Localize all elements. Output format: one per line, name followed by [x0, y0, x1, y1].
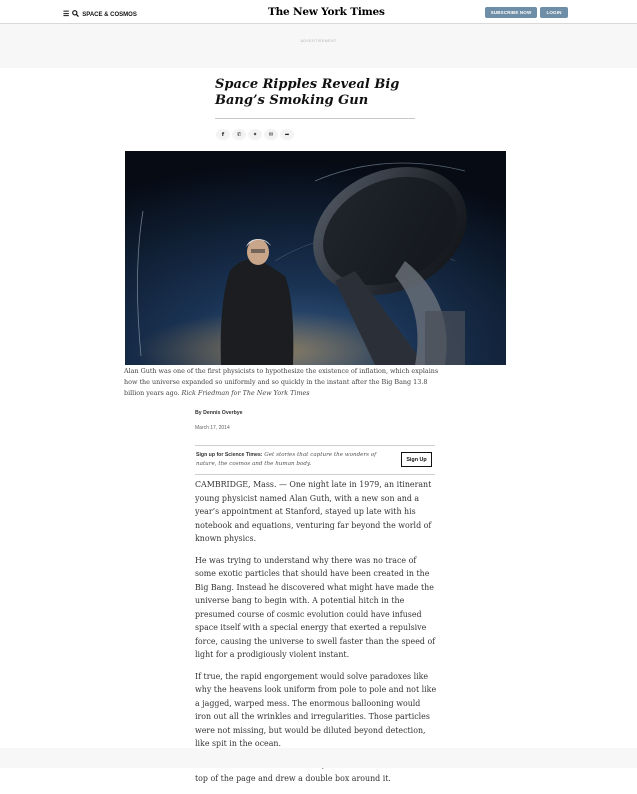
twitter-icon[interactable]: ✦ [248, 129, 262, 140]
newsletter-signup: Sign up for Science Times: Get stories t… [195, 445, 435, 475]
email-icon[interactable]: ✉ [264, 129, 278, 140]
nyt-logo[interactable]: The New York Times [268, 6, 385, 18]
publish-date: March 17, 2014 [195, 425, 230, 431]
facebook-icon[interactable]: f [216, 129, 230, 140]
signup-text: Sign up for Science Times: Get stories t… [196, 451, 396, 469]
search-icon[interactable] [72, 10, 80, 19]
article-headline: Space Ripples Reveal Big Bang’s Smoking … [215, 77, 400, 108]
article-paragraph: He was trying to understand why there wa… [195, 555, 436, 660]
signup-title: Sign up for Science Times: [196, 452, 263, 458]
article-paragraph: If true, the rapid engorgement would sol… [195, 671, 437, 749]
subscribe-button[interactable]: SUBSCRIBE NOW [485, 7, 537, 18]
byline[interactable]: By Dennis Overbye [195, 410, 243, 416]
headline-divider [215, 118, 415, 119]
share-toolbar: f ✆ ✦ ✉ ➦ [216, 129, 294, 140]
advertisement-banner: ADVERTISEMENT [0, 24, 637, 68]
article-paragraph: CAMBRIDGE, Mass. — One night late in 197… [195, 480, 432, 543]
advertisement-label: ADVERTISEMENT [300, 39, 337, 43]
share-icon[interactable]: ➦ [280, 129, 294, 140]
article-photo [125, 151, 506, 365]
footer-band [0, 748, 637, 768]
hamburger-icon[interactable]: ☰ [63, 11, 69, 18]
telescope-portrait-image [125, 151, 506, 365]
photo-caption: Alan Guth was one of the first physicist… [124, 366, 442, 399]
photo-credit: Rick Friedman for The New York Times [181, 389, 310, 397]
section-label[interactable]: SPACE & COSMOS [82, 12, 137, 18]
section-menu[interactable]: ☰ SPACE & COSMOS [63, 10, 137, 19]
article-body: CAMBRIDGE, Mass. — One night late in 197… [195, 478, 438, 794]
login-button[interactable]: LOGIN [540, 7, 568, 18]
whatsapp-icon[interactable]: ✆ [232, 129, 246, 140]
top-navigation-bar: ☰ SPACE & COSMOS The New York Times SUBS… [0, 0, 637, 24]
signup-button[interactable]: Sign Up [401, 452, 432, 467]
